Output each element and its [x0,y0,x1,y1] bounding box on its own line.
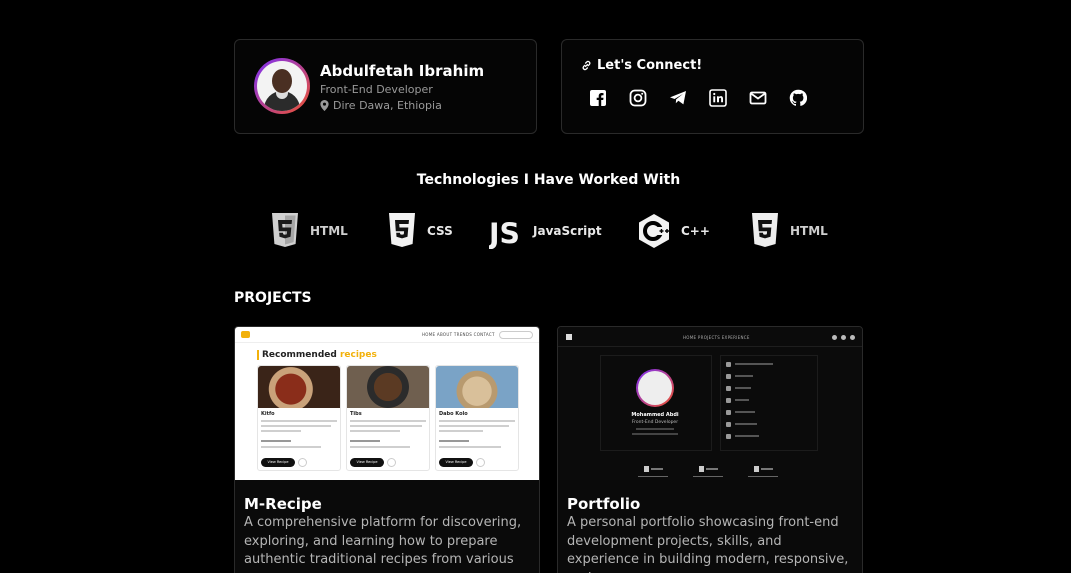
project-screenshot: HOME PROJECTS EXPERIENCE Mohammed Abdi F… [558,327,862,480]
preview-view-button: View Recipe [439,458,473,467]
project-title: Portfolio [567,495,641,513]
connect-title: Let's Connect! [581,58,702,73]
tech-item-css: CSS [387,210,453,252]
preview-recipe-name: Tibs [350,411,362,417]
preview-avatar [636,369,674,407]
preview-recipe-name: Dabo Kolo [439,411,468,417]
heart-icon [298,458,307,467]
logo [241,331,250,338]
svg-text:JS: JS [489,217,520,249]
css3-icon [389,213,415,247]
project-card-portfolio[interactable]: HOME PROJECTS EXPERIENCE Mohammed Abdi F… [557,326,863,573]
location-pin-icon [320,100,329,111]
project-description: A comprehensive platform for discovering… [244,515,522,567]
preview-role: Front-End Developer [631,420,679,425]
telegram-icon[interactable] [669,89,687,107]
profile-name: Abdulfetah Ibrahim [320,62,485,80]
preview-search [499,331,533,339]
mail-icon[interactable] [749,89,767,107]
projects-heading: PROJECTS [234,290,312,306]
tech-label: HTML [310,224,348,238]
preview-recipe-name: Kitfo [261,411,275,417]
preview-heading-accent: recipes [339,350,377,360]
heart-icon [387,458,396,467]
heart-icon [476,458,485,467]
technologies-title: Technologies I Have Worked With [416,172,681,188]
profile-role: Front-End Developer [320,83,433,96]
preview-recipe-card: Tibs View Recipe [346,365,430,471]
technologies-list: HTML CSS JS JavaScript C++ HTML [0,210,1071,252]
tech-label: CSS [427,224,453,238]
preview-recipe-card: Kitfo View Recipe [257,365,341,471]
linkedin-icon[interactable] [709,89,727,107]
preview-recipe-card: Dabo Kolo View Recipe [435,365,519,471]
tech-label: HTML [790,224,828,238]
html5-icon [752,213,778,247]
project-card-m-recipe[interactable]: HOME ABOUT TRENDS CONTACT Recommended re… [234,326,540,573]
connect-title-text: Let's Connect! [597,58,703,73]
preview-heading: Recommended recipes [257,350,377,360]
tech-item-html: HTML [750,210,828,252]
instagram-icon[interactable] [629,89,647,107]
tech-label: JavaScript [533,224,602,238]
avatar [254,58,310,114]
github-icon[interactable] [789,89,807,107]
tech-item-html: HTML [270,210,348,252]
preview-view-button: View Recipe [261,458,295,467]
connect-card: Let's Connect! [561,39,864,134]
profile-card: Abdulfetah Ibrahim Front-End Developer D… [234,39,537,134]
project-title: M-Recipe [244,495,322,513]
profile-location: Dire Dawa, Ethiopia [320,99,442,112]
tech-label: C++ [681,224,710,238]
social-links [589,89,807,107]
tech-item-cpp: C++ [637,210,710,252]
preview-name: Mohammed Abdi [631,412,679,418]
project-description: A personal portfolio showcasing front-en… [567,515,849,573]
project-screenshot: HOME ABOUT TRENDS CONTACT Recommended re… [235,327,539,480]
cpp-icon [639,214,669,248]
html5-icon [272,213,298,247]
preview-nav-links: HOME PROJECTS EXPERIENCE [683,335,750,340]
facebook-icon[interactable] [589,89,607,107]
logo [566,334,572,340]
preview-view-button: View Recipe [350,458,384,467]
profile-location-text: Dire Dawa, Ethiopia [333,99,442,112]
js-icon: JS [489,217,520,249]
link-icon [582,60,591,71]
preview-heading-text: Recommended [262,350,337,360]
tech-item-javascript: JS JavaScript [489,210,602,252]
preview-nav-links: HOME ABOUT TRENDS CONTACT [422,332,495,337]
